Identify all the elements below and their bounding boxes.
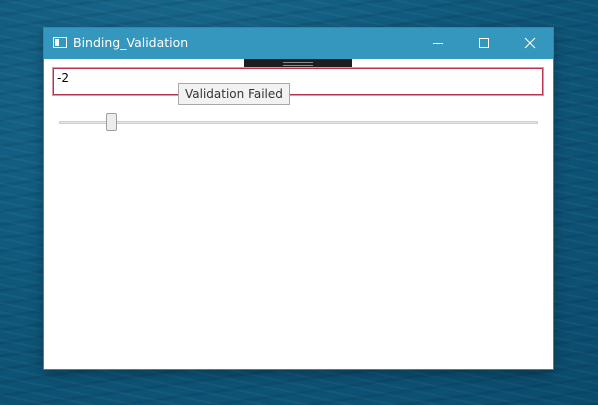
close-button[interactable] <box>507 28 553 59</box>
value-slider[interactable] <box>59 112 538 134</box>
desktop-background: Binding_Validation -2 Validation Failed <box>0 0 598 405</box>
minimize-button[interactable] <box>415 28 461 59</box>
value-textbox[interactable]: -2 <box>52 67 544 96</box>
maximize-button[interactable] <box>461 28 507 59</box>
maximize-icon <box>479 38 489 48</box>
slider-track[interactable] <box>59 121 538 124</box>
validation-tooltip: Validation Failed <box>178 83 290 105</box>
window-icon[interactable] <box>53 37 67 48</box>
slider-thumb[interactable] <box>106 113 117 131</box>
close-icon <box>524 37 536 49</box>
minimize-icon <box>433 43 443 44</box>
textbox-value: -2 <box>57 71 69 85</box>
title-bar[interactable]: Binding_Validation <box>44 28 553 59</box>
window-title: Binding_Validation <box>73 35 189 50</box>
app-window: Binding_Validation -2 Validation Failed <box>44 28 553 369</box>
